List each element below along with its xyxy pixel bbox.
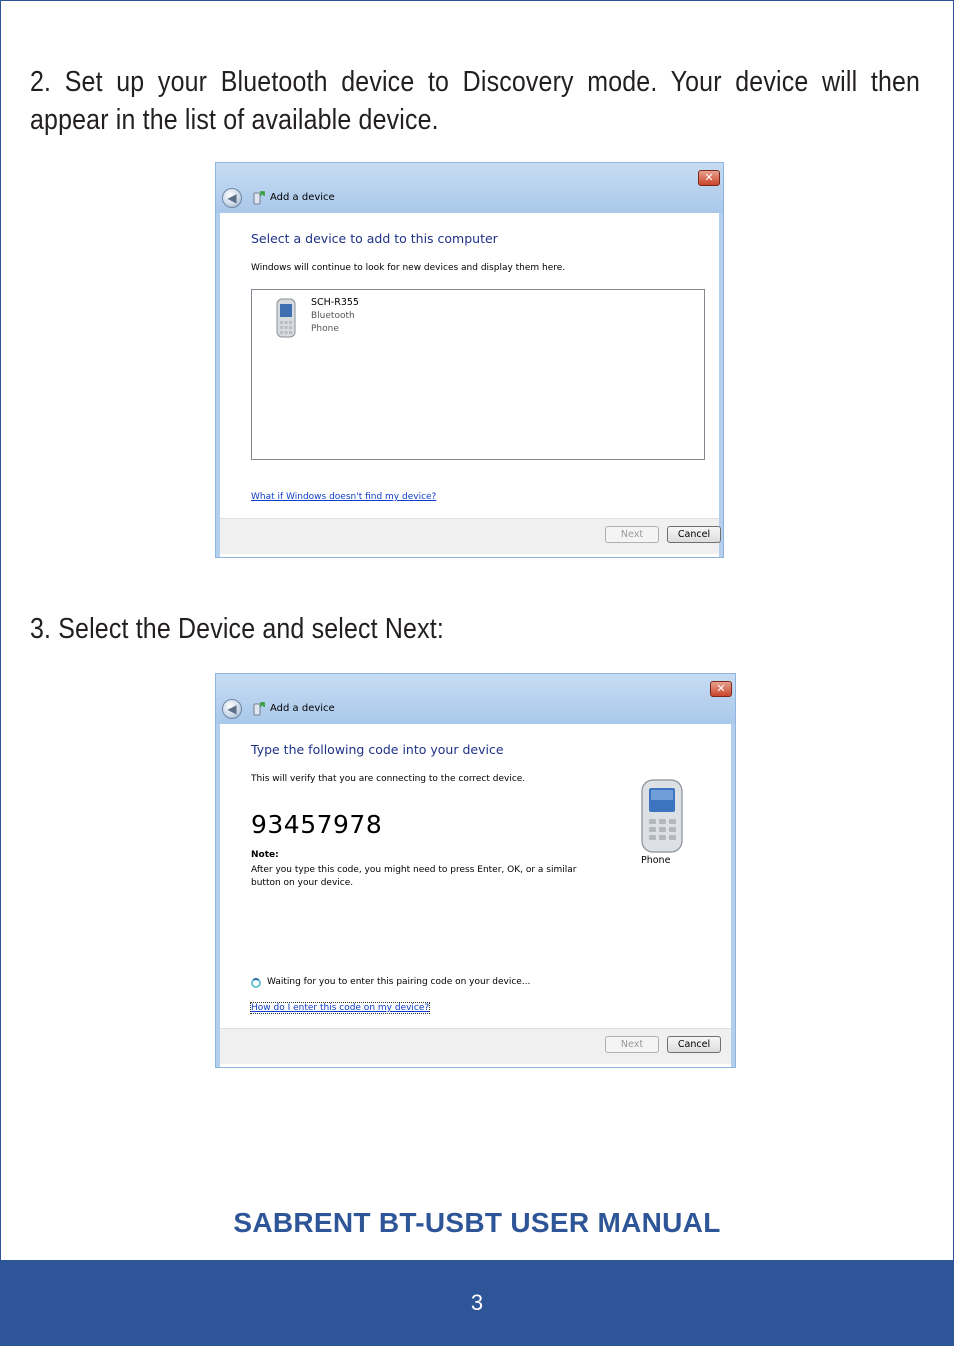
dialog-title: Add a device [270, 703, 335, 714]
step-3-instruction: 3. Select the Device and select Next: [30, 613, 444, 645]
cancel-button[interactable]: Cancel [667, 526, 721, 543]
next-button[interactable]: Next [605, 1036, 659, 1053]
add-device-dialog-select: ✕ ◀ Add a device Select a device to add … [215, 162, 724, 558]
loading-spinner-icon [251, 978, 261, 988]
dialog-footer: Next Cancel [220, 1028, 731, 1064]
add-device-dialog-code: ✕ ◀ Add a device Type the following code… [215, 673, 736, 1068]
manual-title: SABRENT BT-USBT USER MANUAL [233, 1207, 721, 1238]
device-category: Phone [311, 324, 339, 334]
dialog-titlebar [216, 163, 723, 213]
dialog-frame-right [731, 724, 735, 1067]
mobile-phone-icon [276, 298, 296, 338]
dialog-titlebar [216, 674, 735, 724]
back-arrow-icon[interactable]: ◀ [222, 188, 242, 208]
device-type: Bluetooth [311, 311, 355, 321]
footer-bar: 3 [0, 1260, 954, 1346]
dialog-frame-right [719, 213, 723, 557]
device-name: SCH-R355 [311, 297, 359, 308]
note-label: Note: [251, 850, 279, 860]
dialog-title: Add a device [270, 192, 335, 203]
bluetooth-device-icon [253, 191, 265, 205]
help-link[interactable]: What if Windows doesn't find my device? [251, 492, 436, 502]
help-link[interactable]: How do I enter this code on my device? [249, 1002, 431, 1014]
dialog-heading: Type the following code into your device [251, 742, 504, 757]
dialog-heading: Select a device to add to this computer [251, 231, 498, 246]
mobile-phone-icon [641, 779, 683, 853]
waiting-status: Waiting for you to enter this pairing co… [267, 977, 531, 987]
step-2-instruction: 2. Set up your Bluetooth device to Disco… [30, 66, 921, 136]
dialog-subtext: This will verify that you are connecting… [251, 774, 526, 784]
note-text: After you type this code, you might need… [251, 865, 577, 888]
dialog-content: Type the following code into your device… [220, 724, 731, 1029]
next-button[interactable]: Next [605, 526, 659, 543]
page-number: 3 [470, 1290, 484, 1315]
dialog-subtext: Windows will continue to look for new de… [251, 263, 566, 273]
bluetooth-device-icon [253, 702, 265, 716]
dialog-content: Select a device to add to this computer … [220, 213, 719, 519]
cancel-button[interactable]: Cancel [667, 1036, 721, 1053]
close-button[interactable]: ✕ [710, 681, 732, 697]
close-button[interactable]: ✕ [698, 170, 720, 186]
phone-label: Phone [641, 855, 671, 866]
dialog-footer: Next Cancel [220, 518, 721, 554]
pairing-code: 93457978 [251, 810, 383, 839]
back-arrow-icon[interactable]: ◀ [222, 699, 242, 719]
device-list[interactable]: SCH-R355 Bluetooth Phone [251, 289, 705, 460]
